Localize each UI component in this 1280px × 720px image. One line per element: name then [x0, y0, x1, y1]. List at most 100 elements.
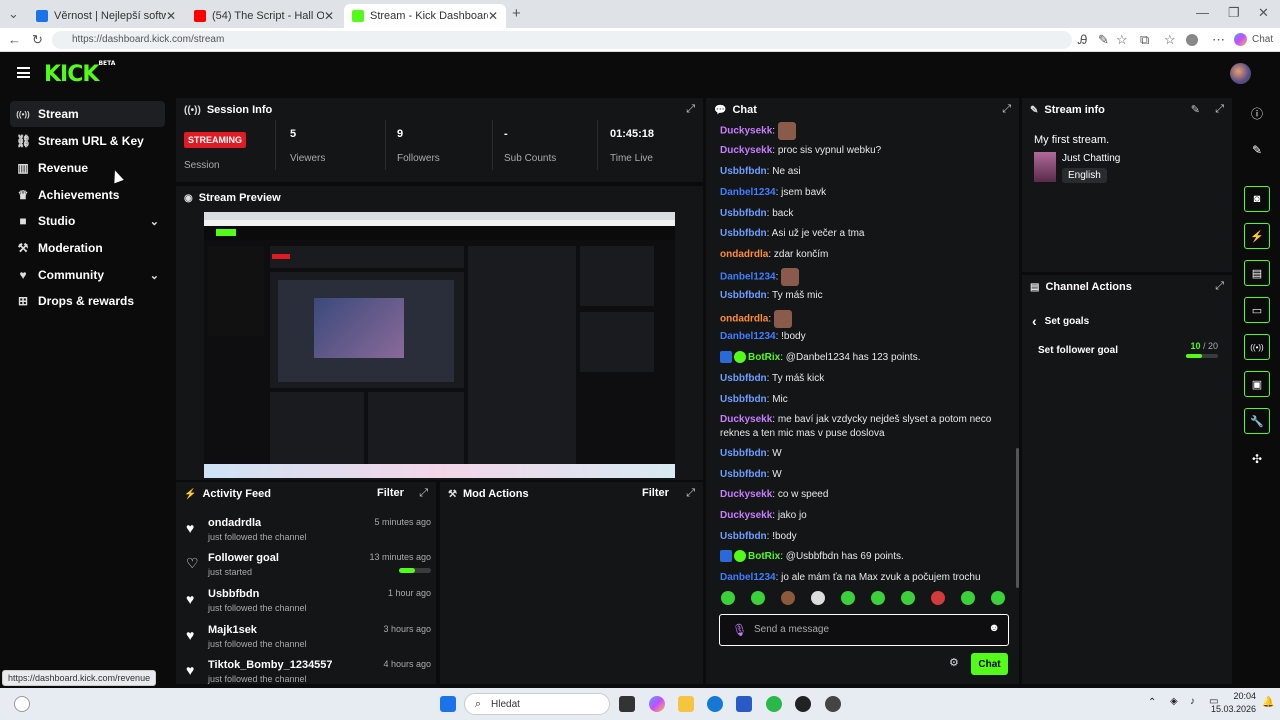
- translate-icon[interactable]: Ꭿ: [1078, 32, 1087, 48]
- chat-username[interactable]: BotRix: [748, 352, 780, 363]
- popout-icon[interactable]: ⤢: [419, 487, 428, 500]
- store-icon[interactable]: [736, 696, 752, 712]
- pencil-icon[interactable]: ✎: [1191, 103, 1200, 116]
- emote-picker-icon[interactable]: [751, 591, 765, 605]
- sidebar-item-achievements[interactable]: ♛ Achievements: [10, 182, 165, 208]
- chat-input[interactable]: 🎙 Send a message ☻: [719, 614, 1009, 646]
- chat-username[interactable]: Danbel1234: [720, 272, 776, 283]
- browser-tab-3[interactable]: Stream - Kick Dashboard ✕: [344, 4, 506, 28]
- emote-picker-icon[interactable]: [721, 591, 735, 605]
- extensions-icon[interactable]: ⧉: [1140, 32, 1149, 48]
- close-tab-icon[interactable]: ✕: [324, 9, 334, 23]
- chat-settings-icon[interactable]: ⚙: [949, 656, 959, 669]
- sidebar-item-studio[interactable]: ■ Studio ⌄: [10, 208, 165, 234]
- camera-icon[interactable]: ◙: [1244, 186, 1270, 212]
- favorites-icon[interactable]: ☆: [1164, 32, 1176, 48]
- chat-username[interactable]: Usbbfbdn: [720, 228, 767, 239]
- browser-tab-1[interactable]: Věrnost | Nejlepší software pro výj... ✕: [28, 4, 184, 28]
- chat-username[interactable]: Duckysekk: [720, 145, 772, 156]
- copilot-chat-label[interactable]: Chat: [1252, 34, 1273, 45]
- bolt-icon[interactable]: ⚡: [1244, 223, 1270, 249]
- microphone-icon[interactable]: 🎙: [732, 623, 747, 637]
- emote-picker-icon[interactable]: [991, 591, 1005, 605]
- volume-icon[interactable]: ♪: [1190, 696, 1195, 707]
- chat-username[interactable]: Duckysekk: [720, 126, 772, 137]
- close-window-icon[interactable]: ✕: [1258, 5, 1269, 21]
- chat-username[interactable]: BotRix: [748, 551, 780, 562]
- chat-scrollbar[interactable]: [1016, 448, 1019, 588]
- emote-picker-icon[interactable]: [901, 591, 915, 605]
- emoji-icon[interactable]: ☻: [988, 622, 1000, 634]
- sidebar-item-stream[interactable]: ((•)) Stream: [10, 101, 165, 127]
- sidebar-item-revenue[interactable]: ▥ Revenue: [10, 155, 165, 181]
- task-view-icon[interactable]: [619, 696, 635, 712]
- close-tab-icon[interactable]: ✕: [488, 9, 498, 23]
- chat-username[interactable]: Danbel1234: [720, 331, 776, 342]
- chat-icon[interactable]: ▭: [1244, 297, 1270, 323]
- popout-icon[interactable]: ⤢: [1215, 280, 1224, 293]
- chat-send-button[interactable]: Chat: [971, 653, 1008, 675]
- follower-goal-label[interactable]: Set follower goal: [1038, 345, 1118, 356]
- app-icon[interactable]: [766, 696, 782, 712]
- emote-picker-icon[interactable]: [961, 591, 975, 605]
- maximize-icon[interactable]: ❐: [1228, 5, 1240, 21]
- taskbar-search[interactable]: ⌕ Hledat: [464, 693, 610, 715]
- chat-username[interactable]: Usbbfbdn: [720, 394, 767, 405]
- chat-username[interactable]: Usbbfbdn: [720, 166, 767, 177]
- chat-username[interactable]: ondadrdla: [720, 249, 768, 260]
- user-avatar[interactable]: [1230, 63, 1251, 84]
- chat-username[interactable]: Duckysekk: [720, 414, 772, 425]
- pencil-icon[interactable]: ✎: [1244, 137, 1270, 163]
- notification-icon[interactable]: 🔔: [1262, 697, 1274, 708]
- kick-logo[interactable]: KICKBETA: [44, 60, 115, 87]
- chat-username[interactable]: Duckysekk: [720, 510, 772, 521]
- obs-icon[interactable]: [795, 696, 811, 712]
- chat-username[interactable]: Usbbfbdn: [720, 290, 767, 301]
- chevron-up-icon[interactable]: ⌃: [1148, 697, 1156, 708]
- hamburger-menu-icon[interactable]: [17, 67, 30, 78]
- chat-username[interactable]: Usbbfbdn: [720, 373, 767, 384]
- activity-filter-button[interactable]: Filter: [377, 487, 404, 499]
- mod-filter-button[interactable]: Filter: [642, 487, 669, 499]
- emote-picker-icon[interactable]: [811, 591, 825, 605]
- emote-picker-icon[interactable]: [781, 591, 795, 605]
- sidebar-item-drops-rewards[interactable]: ⊞ Drops & rewards: [10, 288, 165, 314]
- file-explorer-icon[interactable]: [678, 696, 694, 712]
- popout-icon[interactable]: ⤢: [686, 487, 695, 500]
- start-menu-icon[interactable]: [440, 696, 456, 712]
- emote-picker-icon[interactable]: [841, 591, 855, 605]
- emote-picker-icon[interactable]: [931, 591, 945, 605]
- url-field[interactable]: https://dashboard.kick.com/stream: [52, 31, 1072, 49]
- chat-username[interactable]: Danbel1234: [720, 572, 776, 583]
- chat-username[interactable]: ondadrdla: [720, 314, 768, 325]
- copilot-app-icon[interactable]: [649, 696, 665, 712]
- profile-avatar[interactable]: [1186, 34, 1198, 46]
- sidebar-item-moderation[interactable]: ⚒ Moderation: [10, 235, 165, 261]
- back-to-goals[interactable]: ‹ Set goals: [1032, 313, 1089, 329]
- back-icon[interactable]: ←: [8, 32, 21, 47]
- reload-icon[interactable]: ↻: [32, 32, 43, 48]
- sidebar-item-community[interactable]: ♥ Community ⌄: [10, 262, 165, 288]
- chat-username[interactable]: Duckysekk: [720, 489, 772, 500]
- wrench-icon[interactable]: 🔧: [1244, 408, 1270, 434]
- info-icon[interactable]: ⓘ: [1244, 100, 1270, 126]
- chat-username[interactable]: Usbbfbdn: [720, 448, 767, 459]
- broadcast-icon[interactable]: ((•)): [1244, 334, 1270, 360]
- copilot-icon[interactable]: [1234, 33, 1247, 46]
- star-icon[interactable]: ☆: [1116, 32, 1128, 48]
- reader-icon[interactable]: ✎: [1098, 32, 1109, 48]
- chat-username[interactable]: Usbbfbdn: [720, 469, 767, 480]
- network-icon[interactable]: ◈: [1170, 696, 1178, 707]
- stream-preview-video[interactable]: [204, 212, 675, 478]
- layers-icon[interactable]: ▣: [1244, 371, 1270, 397]
- chat-username[interactable]: Danbel1234: [720, 187, 776, 198]
- menu-dots-icon[interactable]: ⋯: [1212, 32, 1225, 48]
- chat-username[interactable]: Usbbfbdn: [720, 531, 767, 542]
- chat-username[interactable]: Usbbfbdn: [720, 208, 767, 219]
- new-tab-button[interactable]: +: [512, 5, 521, 22]
- browser-tab-2[interactable]: (54) The Script - Hall Of Fame (ft... ✕: [186, 4, 342, 28]
- tab-list-icon[interactable]: ⌄: [8, 6, 19, 22]
- popout-icon[interactable]: ⤢: [686, 103, 695, 116]
- sidebar-item-stream-url-key[interactable]: ⛓ Stream URL & Key: [10, 128, 165, 154]
- popout-icon[interactable]: ⤢: [1002, 103, 1011, 116]
